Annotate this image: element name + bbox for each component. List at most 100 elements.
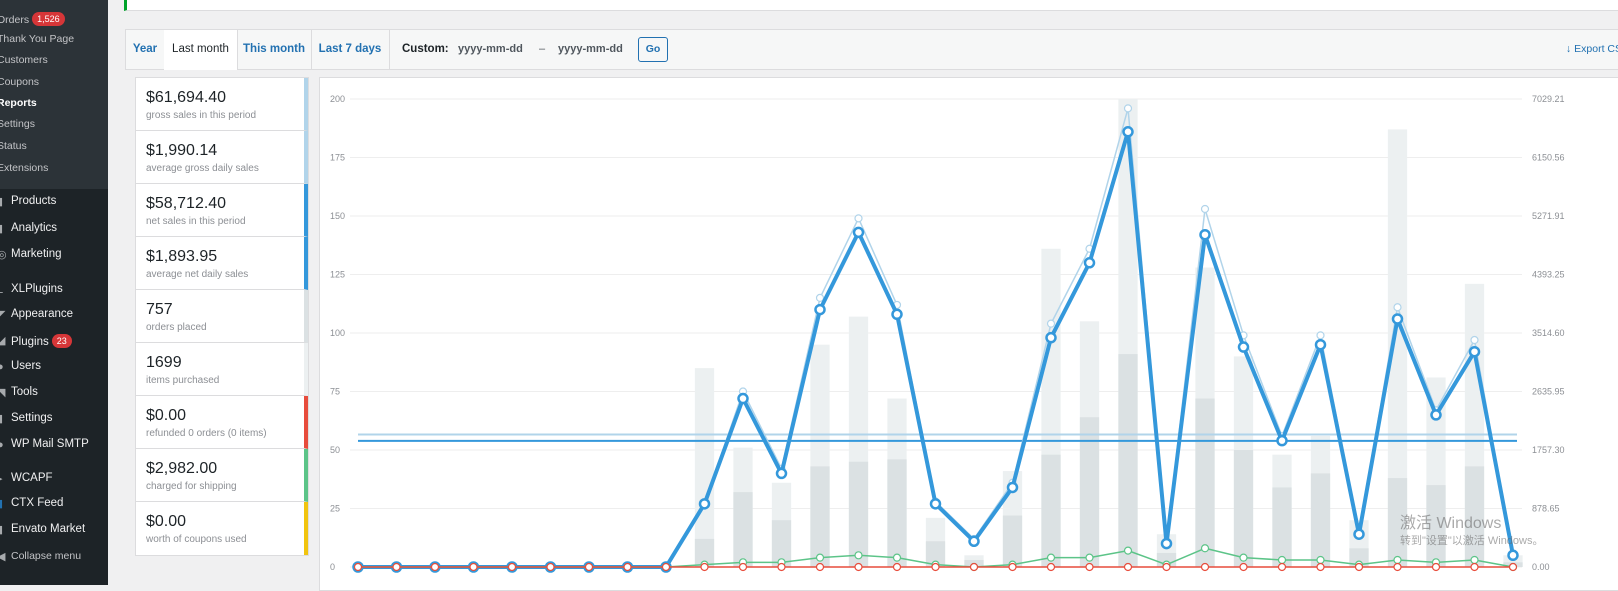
windows-activation-hint: 转到"设置"以激活 Windows。 <box>1400 535 1544 547</box>
go-button[interactable]: Go <box>638 37 668 62</box>
wp-mail-smtp-icon: ● <box>0 439 4 451</box>
data-point <box>854 551 863 560</box>
legend-items-purchased[interactable]: 1699 items purchased <box>136 343 308 396</box>
y-tick-label: 25 <box>330 504 340 514</box>
y-tick-label: 175 <box>330 153 345 163</box>
data-point <box>469 562 478 572</box>
data-point <box>1507 549 1519 562</box>
data-point <box>1200 562 1210 572</box>
custom-range-label: Custom: <box>402 43 449 55</box>
data-point <box>1123 104 1133 113</box>
envato-market-icon: ▮ <box>0 524 4 536</box>
legend-coupons[interactable]: $0.00 worth of coupons used <box>136 502 308 555</box>
legend-average-gross[interactable]: $1,990.14 average gross daily sales <box>136 131 308 184</box>
data-point <box>1276 434 1288 447</box>
data-point <box>1353 528 1365 540</box>
data-point <box>852 226 865 239</box>
y2-tick-label: 5271.91 <box>1532 211 1565 221</box>
data-point <box>507 562 517 572</box>
data-point <box>1083 257 1096 269</box>
data-point <box>1006 481 1019 494</box>
tab-this-month[interactable]: This month <box>237 30 312 69</box>
bar <box>1195 398 1215 567</box>
data-point <box>1160 537 1173 550</box>
data-point <box>1239 553 1248 562</box>
data-point <box>1508 562 1518 572</box>
submenu-settings[interactable]: Settings <box>0 118 35 130</box>
data-point <box>1008 562 1017 572</box>
data-point <box>1277 555 1287 565</box>
tab-last-7-days[interactable]: Last 7 days <box>311 30 390 69</box>
bar <box>694 368 715 567</box>
bar <box>810 466 830 567</box>
legend-refunds[interactable]: $0.00 refunded 0 orders (0 items) <box>136 396 308 449</box>
y-tick-label: 200 <box>330 94 345 104</box>
data-point <box>661 562 671 572</box>
data-point <box>353 562 363 572</box>
data-point <box>1316 331 1325 340</box>
plugins-update-badge: 23 <box>51 334 72 348</box>
data-point <box>1200 204 1210 214</box>
y2-tick-label: 6150.56 <box>1532 153 1565 163</box>
legend-average-net[interactable]: $1,893.95 average net daily sales <box>136 237 308 290</box>
bar <box>1079 417 1100 567</box>
submenu-orders[interactable]: Orders 1,526 <box>0 12 65 26</box>
data-point <box>1470 562 1479 572</box>
data-point <box>584 562 594 572</box>
woocommerce-submenu: Orders 1,526 Thank You Page Customers Cou… <box>0 0 108 189</box>
data-point <box>1314 338 1327 351</box>
data-point <box>1122 126 1134 138</box>
xlplugins-icon: L <box>0 284 4 296</box>
data-point <box>1393 303 1402 312</box>
data-point <box>1316 555 1325 565</box>
submenu-extensions[interactable]: Extensions <box>0 162 48 174</box>
ctx-feed-icon: ▮ <box>0 498 4 510</box>
y-tick-label: 0 <box>330 562 335 572</box>
bar <box>1272 487 1292 567</box>
tab-last-month[interactable]: Last month <box>164 30 238 70</box>
legend-net-sales[interactable]: $58,712.40 net sales in this period <box>136 184 308 237</box>
submenu-thank-you-page[interactable]: Thank You Page <box>0 33 74 45</box>
data-point <box>814 303 826 316</box>
data-point <box>1046 562 1056 572</box>
bar <box>1233 450 1254 567</box>
submenu-status[interactable]: Status <box>0 140 27 152</box>
download-arrow-icon: ↓ <box>1565 43 1572 55</box>
data-point <box>738 562 748 572</box>
y-tick-label: 100 <box>330 328 345 338</box>
data-point <box>968 535 980 548</box>
y2-tick-label: 2635.95 <box>1532 387 1565 397</box>
y2-tick-label: 7029.21 <box>1532 94 1565 104</box>
bar <box>1310 473 1331 567</box>
data-point <box>929 498 942 510</box>
data-point <box>854 214 863 223</box>
users-icon: ● <box>0 361 4 373</box>
data-point <box>546 562 555 572</box>
data-point <box>815 562 825 572</box>
data-point <box>430 562 440 572</box>
data-point <box>777 562 786 572</box>
marketing-icon: ◎ <box>0 249 7 261</box>
data-point <box>1393 562 1402 572</box>
data-point <box>623 562 632 572</box>
export-csv-button[interactable]: ↓Export CSV <box>1566 30 1618 69</box>
date-to-field[interactable]: yyyy-mm-dd <box>558 30 623 69</box>
bar <box>1041 454 1061 567</box>
submenu-customers[interactable]: Customers <box>0 54 48 66</box>
data-point <box>815 553 825 562</box>
submenu-reports[interactable]: Reports <box>0 97 37 109</box>
data-point <box>1354 562 1364 572</box>
legend-orders-placed[interactable]: 757 orders placed <box>136 290 308 343</box>
page-header-strip <box>124 0 1618 11</box>
date-from-field[interactable]: yyyy-mm-dd <box>458 30 523 69</box>
legend-shipping[interactable]: $2,982.00 charged for shipping <box>136 449 308 502</box>
bar <box>1118 354 1138 567</box>
data-point <box>1162 562 1171 572</box>
y-tick-label: 75 <box>330 387 340 397</box>
data-point <box>1199 228 1211 241</box>
submenu-coupons[interactable]: Coupons <box>0 76 39 88</box>
data-point <box>1237 341 1250 353</box>
legend-gross-sales[interactable]: $61,694.40 gross sales in this period <box>136 78 308 131</box>
tab-year[interactable]: Year <box>126 30 165 69</box>
data-point <box>1393 555 1402 565</box>
